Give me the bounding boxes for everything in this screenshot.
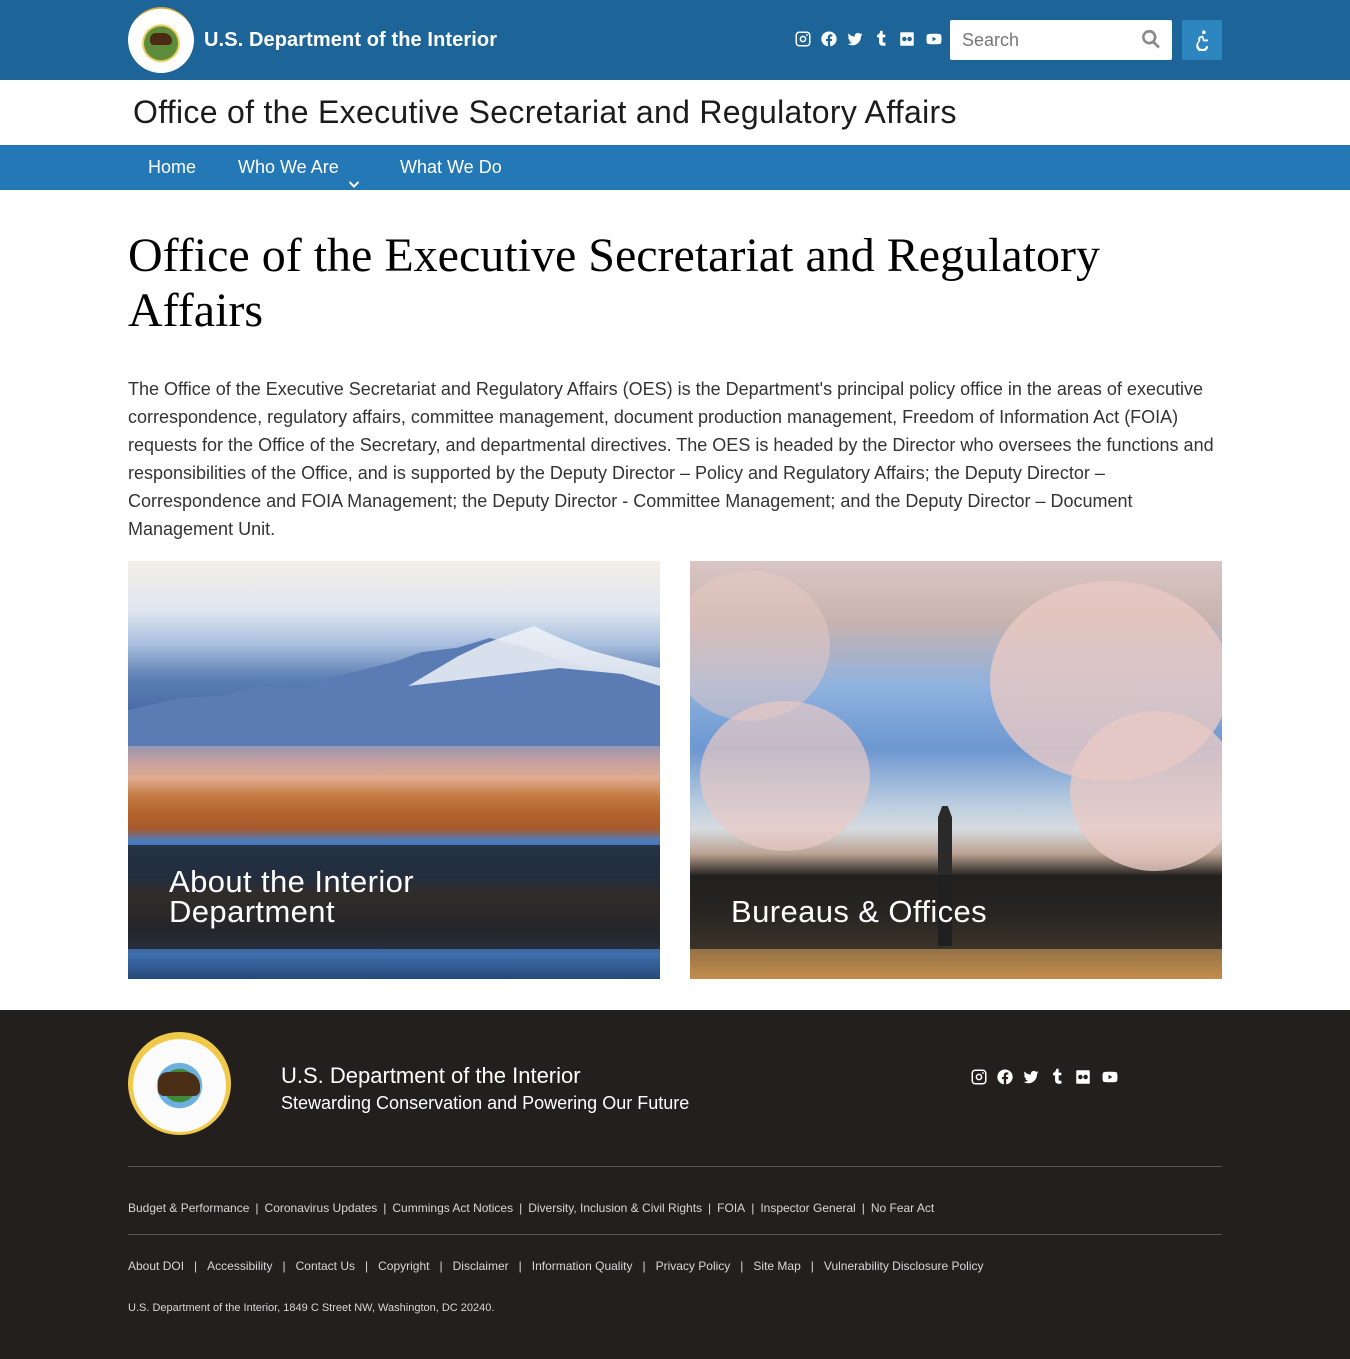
office-header: Office of the Executive Secretariat and … [0, 80, 1350, 145]
link-separator: | [519, 1201, 523, 1215]
search-icon[interactable] [1140, 28, 1164, 52]
instagram-icon[interactable] [970, 1068, 988, 1086]
card-title-line: About the Interior [169, 864, 415, 899]
footer-link[interactable]: About DOI [128, 1259, 184, 1273]
link-separator: | [282, 1259, 286, 1273]
accessibility-button[interactable] [1182, 20, 1222, 60]
card-about-interior[interactable]: About the Interior Department [128, 561, 660, 979]
facebook-icon[interactable] [996, 1068, 1014, 1086]
footer-divider [128, 1234, 1222, 1235]
twitter-icon[interactable] [1022, 1068, 1040, 1086]
footer-tagline: Stewarding Conservation and Powering Our… [281, 1093, 690, 1113]
link-separator: | [383, 1201, 387, 1215]
footer-address: U.S. Department of the Interior, 1849 C … [128, 1302, 495, 1314]
footer-link[interactable]: Vulnerability Disclosure Policy [824, 1259, 984, 1273]
youtube-icon[interactable] [1100, 1068, 1120, 1086]
footer-social-links [970, 1068, 1120, 1086]
doi-seal-logo[interactable] [128, 1032, 231, 1135]
footer-link[interactable]: Privacy Policy [656, 1259, 731, 1273]
footer-link[interactable]: Disclaimer [453, 1259, 509, 1273]
tumblr-icon[interactable] [1048, 1068, 1066, 1086]
facebook-icon[interactable] [820, 30, 838, 48]
flickr-icon[interactable] [898, 30, 916, 48]
header-social-links [794, 30, 944, 48]
top-header-bar: U.S. Department of the Interior [0, 0, 1350, 80]
link-separator: | [642, 1259, 646, 1273]
accessibility-icon [1196, 30, 1209, 51]
card-bureaus-offices[interactable]: Bureaus & Offices [690, 561, 1222, 979]
brand-name: U.S. Department of the Interior [204, 28, 498, 51]
footer-link[interactable]: FOIA [717, 1201, 745, 1215]
card-caption: Bureaus & Offices [690, 875, 1222, 949]
nav-item-who-we-are[interactable]: Who We Are [238, 145, 360, 190]
link-separator: | [518, 1259, 522, 1273]
link-separator: | [708, 1201, 712, 1215]
nav-item-label: Who We Are [238, 157, 339, 177]
footer-link[interactable]: Inspector General [760, 1201, 855, 1215]
footer-links-primary: Budget & Performance | Coronavirus Updates… [128, 1201, 934, 1215]
tumblr-icon[interactable] [872, 30, 890, 48]
card-caption: About the Interior Department [128, 845, 660, 949]
link-separator: | [365, 1259, 369, 1273]
doi-seal-logo [128, 7, 194, 73]
nav-item-what-we-do[interactable]: What We Do [400, 145, 502, 190]
chevron-down-icon [348, 162, 360, 188]
link-separator: | [751, 1201, 755, 1215]
link-separator: | [194, 1259, 198, 1273]
footer-link[interactable]: Diversity, Inclusion & Civil Rights [528, 1201, 702, 1215]
footer-link[interactable]: Budget & Performance [128, 1201, 249, 1215]
doi-home-link[interactable]: U.S. Department of the Interior [128, 6, 497, 74]
footer-agency-name: U.S. Department of the Interior [281, 1063, 581, 1088]
card-title-line: Bureaus & Offices [731, 894, 988, 929]
site-search [950, 20, 1172, 60]
page-title: Office of the Executive Secretariat and … [128, 229, 1101, 337]
footer-link[interactable]: Accessibility [207, 1259, 272, 1273]
link-separator: | [740, 1259, 744, 1273]
site-footer: U.S. Department of the Interior Stewardi… [0, 1010, 1350, 1359]
office-title-link[interactable]: Office of the Executive Secretariat and … [133, 94, 957, 131]
search-input[interactable] [950, 20, 1130, 60]
footer-link[interactable]: Coronavirus Updates [265, 1201, 378, 1215]
footer-link[interactable]: Site Map [753, 1259, 800, 1273]
card-title-line: Department [169, 894, 335, 929]
youtube-icon[interactable] [924, 30, 944, 48]
nav-item-label: Home [148, 157, 197, 177]
intro-paragraph: The Office of the Executive Secretariat … [128, 379, 1214, 539]
link-separator: | [861, 1201, 865, 1215]
footer-divider [128, 1166, 1222, 1167]
footer-link[interactable]: No Fear Act [871, 1201, 934, 1215]
footer-link[interactable]: Information Quality [532, 1259, 633, 1273]
footer-link[interactable]: Contact Us [296, 1259, 355, 1273]
link-separator: | [439, 1259, 443, 1273]
footer-link[interactable]: Copyright [378, 1259, 429, 1273]
link-separator: | [810, 1259, 814, 1273]
footer-link[interactable]: Cummings Act Notices [392, 1201, 513, 1215]
main-navigation: Home Who We Are What We Do [0, 145, 1350, 190]
nav-item-label: What We Do [400, 157, 502, 177]
twitter-icon[interactable] [846, 30, 864, 48]
flickr-icon[interactable] [1074, 1068, 1092, 1086]
instagram-icon[interactable] [794, 30, 812, 48]
footer-links-secondary: About DOI | Accessibility | Contact Us | Copyr… [128, 1259, 984, 1273]
nav-item-home[interactable]: Home [148, 145, 196, 190]
link-separator: | [255, 1201, 259, 1215]
